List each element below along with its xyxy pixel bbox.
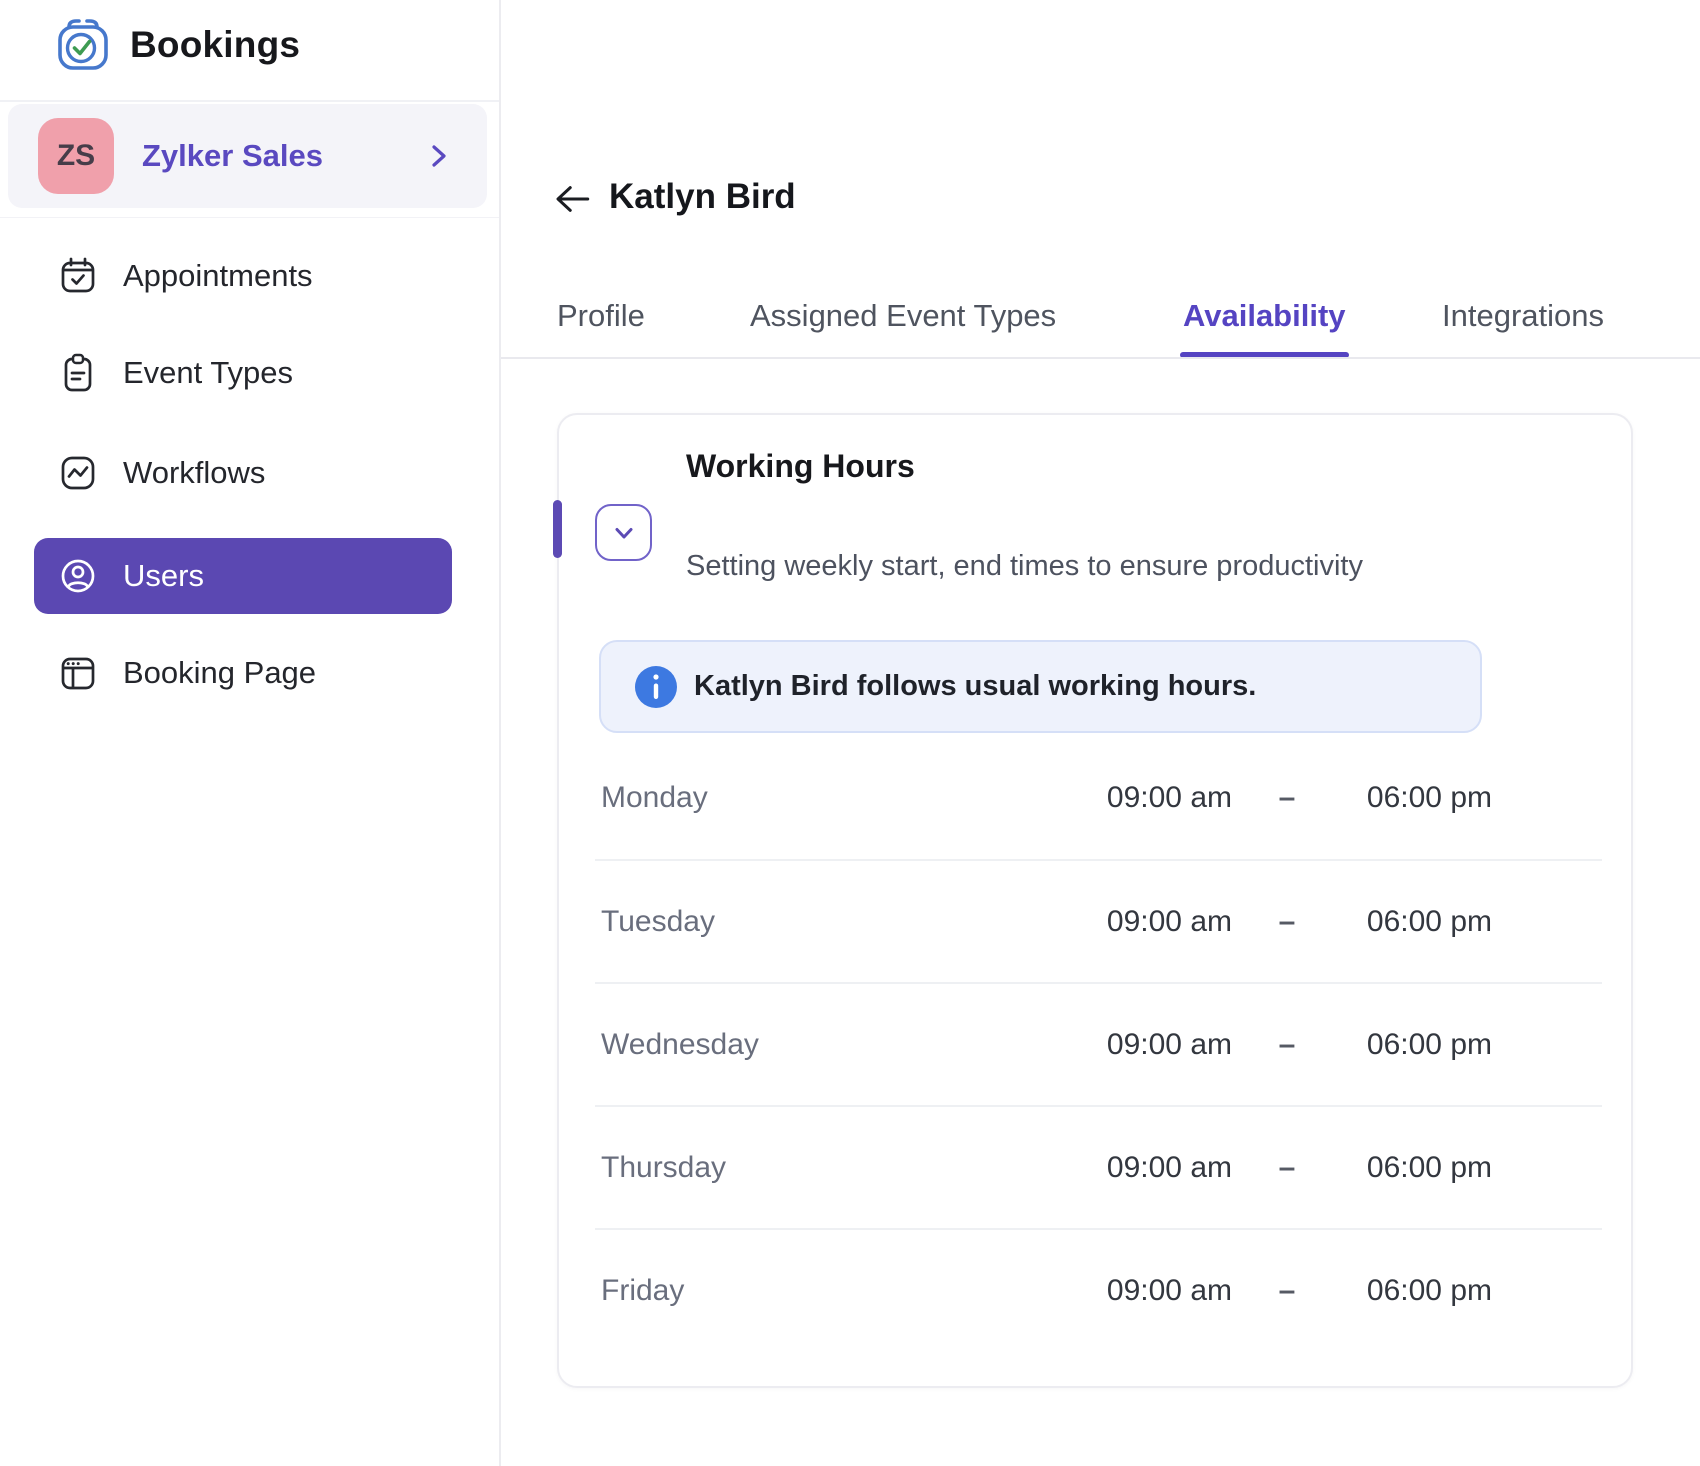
working-hours-title: Working Hours (686, 448, 915, 484)
working-hours-row: Friday 09:00 am – 06:00 pm (595, 1228, 1602, 1351)
tab-availability[interactable]: Availability (1180, 296, 1349, 358)
sidebar-item-label: Booking Page (123, 655, 317, 690)
section-accent-bar (553, 500, 562, 558)
day-label: Tuesday (601, 904, 715, 938)
sidebar-item-label: Appointments (123, 258, 313, 293)
working-hours-row: Wednesday 09:00 am – 06:00 pm (595, 982, 1602, 1105)
tab-assigned-event-types[interactable]: Assigned Event Types (750, 296, 1056, 336)
tab-profile[interactable]: Profile (557, 296, 645, 336)
time-range-dash: – (1278, 1150, 1296, 1184)
working-hours-card: Working Hours Setting weekly start, end … (557, 413, 1633, 1388)
workspace-avatar: ZS (38, 118, 114, 194)
collapse-section-button[interactable] (595, 504, 652, 561)
start-time[interactable]: 09:00 am (1082, 781, 1232, 815)
workspace-switcher[interactable]: ZS Zylker Sales (8, 104, 487, 208)
start-time[interactable]: 09:00 am (1082, 1151, 1232, 1185)
working-hours-subtitle: Setting weekly start, end times to ensur… (686, 550, 1363, 582)
start-time[interactable]: 09:00 am (1082, 1028, 1232, 1062)
end-time[interactable]: 06:00 pm (1342, 1274, 1492, 1308)
sidebar-item-workflows[interactable]: Workflows (0, 435, 501, 511)
day-label: Monday (601, 780, 708, 814)
sidebar-item-label: Users (123, 558, 204, 593)
day-label: Wednesday (601, 1027, 759, 1061)
sidebar-top-divider (0, 100, 499, 102)
day-label: Friday (601, 1273, 685, 1307)
notice-text: Katlyn Bird follows usual working hours. (694, 670, 1257, 702)
time-range-dash: – (1278, 1027, 1296, 1061)
clipboard-icon (64, 353, 92, 392)
working-hours-row: Monday 09:00 am – 06:00 pm (595, 736, 1602, 859)
working-hours-row: Thursday 09:00 am – 06:00 pm (595, 1105, 1602, 1228)
sidebar: Bookings ZS Zylker Sales Appointments Ev… (0, 0, 501, 1466)
app-title: Bookings (130, 24, 301, 65)
end-time[interactable]: 06:00 pm (1342, 1028, 1492, 1062)
time-range-dash: – (1278, 1273, 1296, 1307)
start-time[interactable]: 09:00 am (1082, 905, 1232, 939)
time-range-dash: – (1278, 904, 1296, 938)
chevron-down-icon (615, 527, 632, 538)
chevron-right-icon (432, 145, 446, 167)
user-circle-icon (61, 559, 95, 593)
end-time[interactable]: 06:00 pm (1342, 781, 1492, 815)
sidebar-item-booking-page[interactable]: Booking Page (0, 635, 501, 711)
usual-hours-notice: Katlyn Bird follows usual working hours. (599, 640, 1482, 733)
app-logo: Bookings (56, 18, 300, 72)
browser-window-icon (61, 657, 95, 690)
working-hours-list: Monday 09:00 am – 06:00 pm Tuesday 09:00… (595, 736, 1602, 1351)
workflow-pulse-icon (61, 456, 95, 490)
back-arrow-icon[interactable] (551, 181, 593, 217)
workspace-name: Zylker Sales (142, 138, 323, 173)
end-time[interactable]: 06:00 pm (1342, 905, 1492, 939)
day-label: Thursday (601, 1150, 727, 1184)
start-time[interactable]: 09:00 am (1082, 1274, 1232, 1308)
info-icon (635, 665, 677, 708)
end-time[interactable]: 06:00 pm (1342, 1151, 1492, 1185)
page-title: Katlyn Bird (609, 177, 796, 216)
sidebar-item-event-types[interactable]: Event Types (0, 335, 501, 411)
bookings-logo-icon (58, 19, 108, 70)
time-range-dash: – (1278, 780, 1296, 814)
sidebar-item-label: Event Types (123, 355, 294, 390)
tab-integrations[interactable]: Integrations (1442, 296, 1604, 336)
workspace-divider (0, 217, 499, 218)
tabs-bottom-border (501, 357, 1700, 359)
calendar-check-icon (61, 257, 95, 293)
sidebar-item-appointments[interactable]: Appointments (0, 238, 501, 314)
sidebar-item-label: Workflows (123, 455, 266, 490)
sidebar-item-users[interactable]: Users (34, 538, 452, 614)
working-hours-row: Tuesday 09:00 am – 06:00 pm (595, 859, 1602, 982)
